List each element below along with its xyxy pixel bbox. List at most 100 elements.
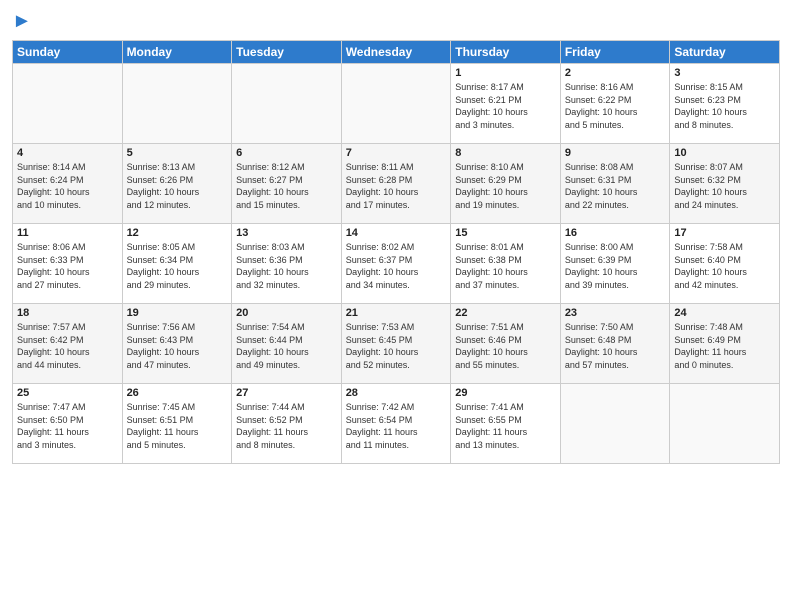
day-number: 22 (455, 307, 556, 319)
day-number: 14 (346, 227, 447, 239)
day-number: 23 (565, 307, 666, 319)
calendar-cell (232, 64, 342, 144)
calendar-week-1: 1Sunrise: 8:17 AM Sunset: 6:21 PM Daylig… (13, 64, 780, 144)
calendar-cell: 29Sunrise: 7:41 AM Sunset: 6:55 PM Dayli… (451, 384, 561, 464)
calendar-cell (560, 384, 670, 464)
day-number: 18 (17, 307, 118, 319)
calendar-cell: 2 Sunrise: 8:16 AM Sunset: 6:22 PM Daylig… (560, 64, 670, 144)
day-detail: Sunrise: 7:56 AM Sunset: 6:43 PM Dayligh… (127, 321, 228, 371)
day-detail: Sunrise: 8:14 AM Sunset: 6:24 PM Dayligh… (17, 161, 118, 211)
calendar-cell: 1Sunrise: 8:17 AM Sunset: 6:21 PM Daylig… (451, 64, 561, 144)
calendar-cell: 6 Sunrise: 8:12 AM Sunset: 6:27 PM Daylig… (232, 144, 342, 224)
day-detail: Sunrise: 7:58 AM Sunset: 6:40 PM Dayligh… (674, 241, 775, 291)
calendar-cell: 22 Sunrise: 7:51 AM Sunset: 6:46 PM Dayli… (451, 304, 561, 384)
day-number: 19 (127, 307, 228, 319)
day-detail: Sunrise: 7:45 AM Sunset: 6:51 PM Dayligh… (127, 401, 228, 451)
calendar-cell: 25 Sunrise: 7:47 AM Sunset: 6:50 PM Dayli… (13, 384, 123, 464)
calendar-cell (341, 64, 451, 144)
day-detail: Sunrise: 7:48 AM Sunset: 6:49 PM Dayligh… (674, 321, 775, 371)
day-detail: Sunrise: 7:44 AM Sunset: 6:52 PM Dayligh… (236, 401, 337, 451)
day-detail: Sunrise: 8:15 AM Sunset: 6:23 PM Dayligh… (674, 81, 775, 131)
calendar-week-4: 18 Sunrise: 7:57 AM Sunset: 6:42 PM Dayli… (13, 304, 780, 384)
calendar-cell: 17 Sunrise: 7:58 AM Sunset: 6:40 PM Dayli… (670, 224, 780, 304)
day-number: 20 (236, 307, 337, 319)
calendar-cell: 15 Sunrise: 8:01 AM Sunset: 6:38 PM Dayli… (451, 224, 561, 304)
day-detail: Sunrise: 7:51 AM Sunset: 6:46 PM Dayligh… (455, 321, 556, 371)
day-number: 21 (346, 307, 447, 319)
day-number: 17 (674, 227, 775, 239)
calendar-cell: 11Sunrise: 8:06 AM Sunset: 6:33 PM Dayli… (13, 224, 123, 304)
calendar-cell (670, 384, 780, 464)
calendar-cell: 10 Sunrise: 8:07 AM Sunset: 6:32 PM Dayli… (670, 144, 780, 224)
calendar-cell: 5 Sunrise: 8:13 AM Sunset: 6:26 PM Daylig… (122, 144, 232, 224)
logo: ► (12, 10, 32, 32)
calendar-cell: 28Sunrise: 7:42 AM Sunset: 6:54 PM Dayli… (341, 384, 451, 464)
day-number: 16 (565, 227, 666, 239)
day-number: 6 (236, 147, 337, 159)
day-detail: Sunrise: 7:53 AM Sunset: 6:45 PM Dayligh… (346, 321, 447, 371)
calendar-cell (122, 64, 232, 144)
day-detail: Sunrise: 8:08 AM Sunset: 6:31 PM Dayligh… (565, 161, 666, 211)
day-number: 8 (455, 147, 556, 159)
calendar-container: ► SundayMondayTuesdayWednesdayThursdayFr… (0, 0, 792, 472)
calendar-week-2: 4 Sunrise: 8:14 AM Sunset: 6:24 PM Daylig… (13, 144, 780, 224)
day-number: 13 (236, 227, 337, 239)
day-number: 25 (17, 387, 118, 399)
col-header-sunday: Sunday (13, 41, 123, 64)
day-number: 15 (455, 227, 556, 239)
day-number: 9 (565, 147, 666, 159)
calendar-cell: 13 Sunrise: 8:03 AM Sunset: 6:36 PM Dayli… (232, 224, 342, 304)
calendar-cell: 7Sunrise: 8:11 AM Sunset: 6:28 PM Daylig… (341, 144, 451, 224)
day-detail: Sunrise: 8:16 AM Sunset: 6:22 PM Dayligh… (565, 81, 666, 131)
calendar-table: SundayMondayTuesdayWednesdayThursdayFrid… (12, 40, 780, 464)
day-detail: Sunrise: 8:13 AM Sunset: 6:26 PM Dayligh… (127, 161, 228, 211)
calendar-cell: 3 Sunrise: 8:15 AM Sunset: 6:23 PM Daylig… (670, 64, 780, 144)
day-detail: Sunrise: 7:57 AM Sunset: 6:42 PM Dayligh… (17, 321, 118, 371)
day-detail: Sunrise: 7:54 AM Sunset: 6:44 PM Dayligh… (236, 321, 337, 371)
calendar-cell: 19 Sunrise: 7:56 AM Sunset: 6:43 PM Dayli… (122, 304, 232, 384)
calendar-cell: 16 Sunrise: 8:00 AM Sunset: 6:39 PM Dayli… (560, 224, 670, 304)
col-header-friday: Friday (560, 41, 670, 64)
calendar-cell: 9 Sunrise: 8:08 AM Sunset: 6:31 PM Daylig… (560, 144, 670, 224)
calendar-cell: 12Sunrise: 8:05 AM Sunset: 6:34 PM Dayli… (122, 224, 232, 304)
day-number: 27 (236, 387, 337, 399)
day-number: 2 (565, 67, 666, 79)
day-detail: Sunrise: 7:47 AM Sunset: 6:50 PM Dayligh… (17, 401, 118, 451)
day-number: 5 (127, 147, 228, 159)
day-detail: Sunrise: 8:05 AM Sunset: 6:34 PM Dayligh… (127, 241, 228, 291)
calendar-cell: 20 Sunrise: 7:54 AM Sunset: 6:44 PM Dayli… (232, 304, 342, 384)
calendar-header-row: SundayMondayTuesdayWednesdayThursdayFrid… (13, 41, 780, 64)
calendar-cell: 24 Sunrise: 7:48 AM Sunset: 6:49 PM Dayli… (670, 304, 780, 384)
calendar-cell (13, 64, 123, 144)
day-number: 24 (674, 307, 775, 319)
day-number: 1 (455, 67, 556, 79)
calendar-cell: 18 Sunrise: 7:57 AM Sunset: 6:42 PM Dayli… (13, 304, 123, 384)
calendar-cell: 27 Sunrise: 7:44 AM Sunset: 6:52 PM Dayli… (232, 384, 342, 464)
day-number: 28 (346, 387, 447, 399)
logo-arrow: ► (12, 10, 32, 32)
day-number: 11 (17, 227, 118, 239)
calendar-cell: 4 Sunrise: 8:14 AM Sunset: 6:24 PM Daylig… (13, 144, 123, 224)
calendar-header: ► (12, 10, 780, 32)
day-number: 26 (127, 387, 228, 399)
day-number: 3 (674, 67, 775, 79)
day-detail: Sunrise: 7:50 AM Sunset: 6:48 PM Dayligh… (565, 321, 666, 371)
col-header-tuesday: Tuesday (232, 41, 342, 64)
day-detail: Sunrise: 8:02 AM Sunset: 6:37 PM Dayligh… (346, 241, 447, 291)
calendar-week-5: 25 Sunrise: 7:47 AM Sunset: 6:50 PM Dayli… (13, 384, 780, 464)
day-number: 4 (17, 147, 118, 159)
day-detail: Sunrise: 8:11 AM Sunset: 6:28 PM Dayligh… (346, 161, 447, 211)
col-header-wednesday: Wednesday (341, 41, 451, 64)
day-detail: Sunrise: 8:00 AM Sunset: 6:39 PM Dayligh… (565, 241, 666, 291)
calendar-cell: 14 Sunrise: 8:02 AM Sunset: 6:37 PM Dayli… (341, 224, 451, 304)
calendar-cell: 8Sunrise: 8:10 AM Sunset: 6:29 PM Daylig… (451, 144, 561, 224)
col-header-monday: Monday (122, 41, 232, 64)
calendar-week-3: 11Sunrise: 8:06 AM Sunset: 6:33 PM Dayli… (13, 224, 780, 304)
day-detail: Sunrise: 8:03 AM Sunset: 6:36 PM Dayligh… (236, 241, 337, 291)
day-detail: Sunrise: 8:07 AM Sunset: 6:32 PM Dayligh… (674, 161, 775, 211)
day-detail: Sunrise: 8:01 AM Sunset: 6:38 PM Dayligh… (455, 241, 556, 291)
calendar-cell: 23 Sunrise: 7:50 AM Sunset: 6:48 PM Dayli… (560, 304, 670, 384)
day-number: 10 (674, 147, 775, 159)
day-number: 29 (455, 387, 556, 399)
day-detail: Sunrise: 8:12 AM Sunset: 6:27 PM Dayligh… (236, 161, 337, 211)
